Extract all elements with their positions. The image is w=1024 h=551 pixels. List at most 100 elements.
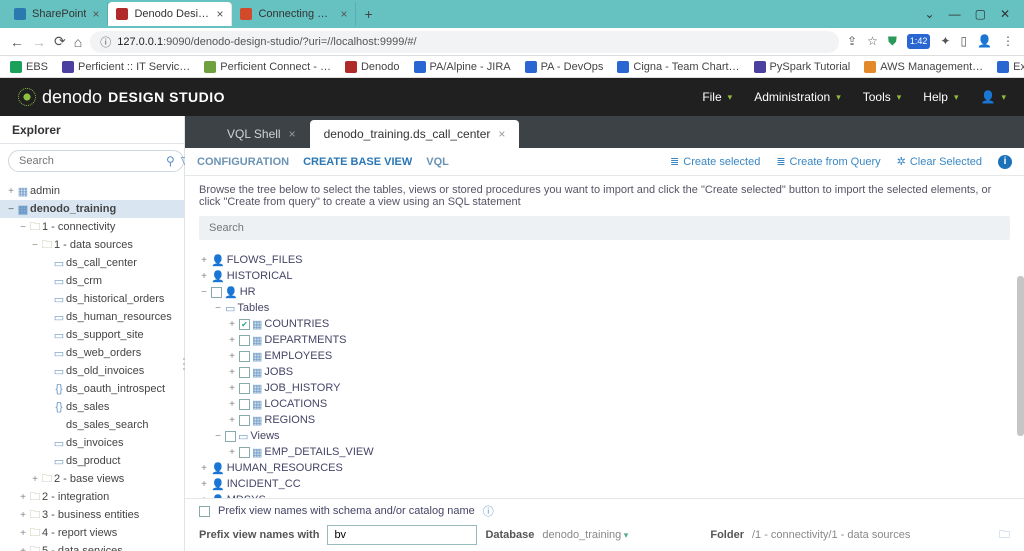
toggle-icon[interactable]: − [30,240,40,251]
tree-node[interactable]: ▭ds_invoices [0,434,184,452]
close-icon[interactable]: × [340,7,347,21]
checkbox[interactable] [239,335,250,346]
toggle-icon[interactable]: + [227,351,237,362]
share-icon[interactable]: ⇪ [847,34,857,49]
tree-node[interactable]: ▭ds_call_center [0,254,184,272]
menu-file[interactable]: File [702,90,732,104]
maximize-icon[interactable]: ▢ [975,7,986,21]
tree-node[interactable]: ▭ds_old_invoices [0,362,184,380]
reload-button[interactable]: ⟳ [54,33,66,50]
schema-row[interactable]: +▦COUNTRIES [199,316,1010,332]
tree-node[interactable]: +🗀4 - report views [0,524,184,542]
toggle-icon[interactable]: − [213,431,223,442]
toggle-icon[interactable]: + [227,367,237,378]
close-icon[interactable]: ✕ [1000,7,1010,21]
shopping-icon[interactable]: ⛊ [888,34,897,49]
schema-row[interactable]: +▦JOB_HISTORY [199,380,1010,396]
tree-node[interactable]: −🗀1 - connectivity [0,218,184,236]
schema-row[interactable]: +▦EMP_DETAILS_VIEW [199,444,1010,460]
toggle-icon[interactable]: + [227,447,237,458]
schema-row[interactable]: +👤HISTORICAL [199,268,1010,284]
reading-icon[interactable]: ▯ [960,34,967,49]
tree-node[interactable]: ds_sales_search [0,416,184,434]
tree-node[interactable]: +🗀2 - integration [0,488,184,506]
chevron-down-icon[interactable]: ⌄ [925,7,935,21]
close-icon[interactable]: × [92,7,99,21]
extensions-icon[interactable]: ✦ [940,34,950,49]
schema-search-input[interactable] [199,216,1010,240]
checkbox[interactable] [239,351,250,362]
tree-node[interactable]: −🗀1 - data sources [0,236,184,254]
explorer-search-input[interactable] [8,150,184,172]
checkbox[interactable] [239,367,250,378]
help-icon[interactable]: ⓘ [483,503,494,519]
schema-row[interactable]: +▦DEPARTMENTS [199,332,1010,348]
clear-selected-button[interactable]: ✲Clear Selected [897,155,982,168]
schema-row[interactable]: +👤HUMAN_RESOURCES [199,460,1010,476]
checkbox[interactable] [239,415,250,426]
bookmark-item[interactable]: PA - DevOps [525,61,604,73]
tree-node[interactable]: {}ds_oauth_introspect [0,380,184,398]
tree-node[interactable]: ▭ds_human_resources [0,308,184,326]
toggle-icon[interactable]: − [6,204,16,215]
subnav-vql[interactable]: VQL [426,156,449,168]
back-button[interactable]: ← [10,34,24,50]
home-button[interactable]: ⌂ [74,34,82,50]
bookmark-item[interactable]: Perficient :: IT Servic… [62,61,190,73]
new-tab-button[interactable]: + [356,2,380,26]
tree-node[interactable]: ▭ds_historical_orders [0,290,184,308]
bookmark-item[interactable]: Perficient Connect - … [204,61,331,73]
toggle-icon[interactable]: + [18,492,28,503]
toggle-icon[interactable]: + [199,255,209,266]
checkbox[interactable] [239,447,250,458]
create-selected-button[interactable]: ≣Create selected [670,155,760,168]
forward-button[interactable]: → [32,34,46,50]
menu-tools[interactable]: Tools [863,90,902,104]
tree-node[interactable]: ▭ds_web_orders [0,344,184,362]
browser-tab[interactable]: Connecting Data Sou…× [232,2,356,26]
folder-icon[interactable]: 🗀 [999,526,1010,545]
minimize-icon[interactable]: — [949,7,961,21]
toggle-icon[interactable]: + [199,479,209,490]
prefix-schema-checkbox[interactable] [199,506,210,517]
close-icon[interactable]: × [216,7,223,21]
schema-row[interactable]: −▭Tables [199,300,1010,316]
bookmark-item[interactable]: AWS Management… [864,61,983,73]
browser-tab[interactable]: SharePoint× [6,2,108,26]
toggle-icon[interactable]: + [227,415,237,426]
editor-tab[interactable]: denodo_training.ds_call_center× [310,120,520,148]
editor-tab[interactable]: VQL Shell× [213,120,310,148]
schema-row[interactable]: +▦REGIONS [199,412,1010,428]
calendar-icon[interactable]: 1:42 [907,34,931,49]
schema-row[interactable]: +▦EMPLOYEES [199,348,1010,364]
tree-node[interactable]: ▭ds_support_site [0,326,184,344]
checkbox[interactable] [239,383,250,394]
schema-row[interactable]: +👤INCIDENT_CC [199,476,1010,492]
site-info-icon[interactable]: ⓘ [100,34,111,50]
menu-help[interactable]: Help [923,90,958,104]
bookmark-item[interactable]: PA/Alpine - JIRA [414,61,511,73]
toggle-icon[interactable]: + [6,186,16,197]
toggle-icon[interactable]: + [227,383,237,394]
search-icon[interactable]: ⚲ [166,154,175,168]
bookmark-item[interactable]: EBS [10,61,48,73]
tree-node[interactable]: {}ds_sales [0,398,184,416]
toggle-icon[interactable]: + [227,319,237,330]
tree-node[interactable]: ▭ds_crm [0,272,184,290]
bookmark-item[interactable]: Denodo [345,61,400,73]
schema-row[interactable]: −▭Views [199,428,1010,444]
subnav-create-base-view[interactable]: CREATE BASE VIEW [303,156,412,168]
tree-node[interactable]: +🗀2 - base views [0,470,184,488]
browser-tab[interactable]: Denodo Design Studio× [108,2,232,26]
tree-node[interactable]: ▭ds_product [0,452,184,470]
checkbox[interactable] [225,431,236,442]
schema-row[interactable]: +👤FLOWS_FILES [199,252,1010,268]
bookmark-item[interactable]: Express Scripts Citri… [997,61,1024,73]
toggle-icon[interactable]: + [18,510,28,521]
avatar-icon[interactable]: 👤 [977,34,992,49]
menu-administration[interactable]: Administration [754,90,841,104]
prefix-input[interactable] [327,525,477,545]
scrollbar[interactable] [1017,236,1024,531]
toggle-icon[interactable]: + [227,399,237,410]
tree-node[interactable]: −▦denodo_training [0,200,184,218]
